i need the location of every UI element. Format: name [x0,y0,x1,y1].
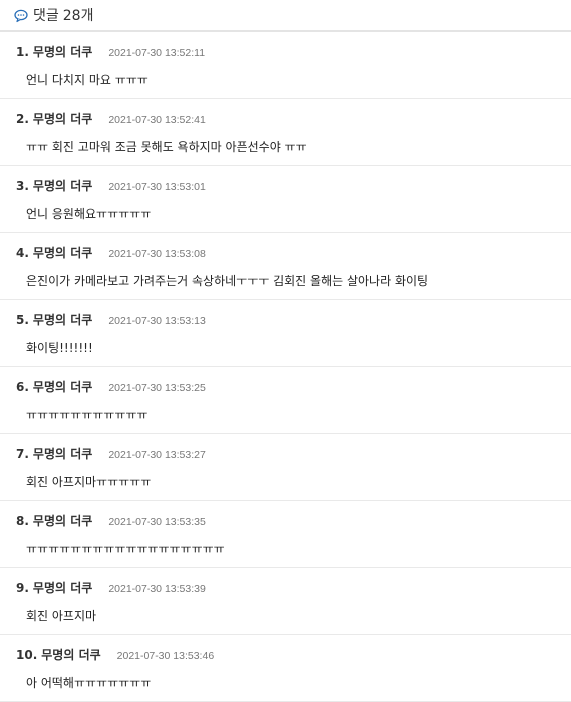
comment-number: 3. [16,179,29,193]
speech-bubble-icon [14,8,28,23]
comment-timestamp: 2021-07-30 13:53:08 [108,248,206,260]
comment-meta: 8. 무명의 더쿠 2021-07-30 13:53:35 [16,512,206,529]
comment-text: 아 어떡해ㅠㅠㅠㅠㅠㅠㅠ [26,676,152,690]
comment-number: 10. [16,648,38,662]
comment-text: 회진 아프지마ㅠㅠㅠㅠㅠ [26,475,152,489]
comment-author[interactable]: 무명의 더쿠 [33,445,92,462]
comment-timestamp: 2021-07-30 13:53:46 [116,650,215,662]
comment-meta: 9. 무명의 더쿠 2021-07-30 13:53:39 [16,579,206,596]
comment-number: 8. [16,514,29,528]
comment-author[interactable]: 무명의 더쿠 [33,177,92,194]
comment-text: 언니 응원해요ㅠㅠㅠㅠㅠ [26,207,152,221]
comments-count: 28개 [62,8,94,24]
comment-text: ㅠㅠㅠㅠㅠㅠㅠㅠㅠㅠㅠ [26,408,148,422]
comment-author[interactable]: 무명의 더쿠 [33,579,92,596]
comment-text: ㅠㅠ 회진 고마워 조금 못해도 욕하지마 아픈선수야 ㅠㅠ [26,140,307,154]
comment-number: 7. [16,447,29,461]
comment-timestamp: 2021-07-30 13:53:25 [108,382,206,394]
comment-author[interactable]: 무명의 더쿠 [33,110,92,127]
comment-number: 1. [16,45,29,59]
comment-meta: 6. 무명의 더쿠 2021-07-30 13:53:25 [16,378,206,395]
comment-timestamp: 2021-07-30 13:53:01 [108,181,206,193]
comment-item: 5. 무명의 더쿠 2021-07-30 13:53:13 화이팅!!!!!!! [0,300,571,367]
comment-meta: 3. 무명의 더쿠 2021-07-30 13:53:01 [16,177,206,194]
comment-item: 4. 무명의 더쿠 2021-07-30 13:53:08 은진이가 카메라보고… [0,233,571,300]
comment-timestamp: 2021-07-30 13:53:35 [108,516,206,528]
comment-text: 은진이가 카메라보고 가려주는거 속상하네ㅜㅜㅜ 김회진 올해는 살아나라 화이… [26,274,429,288]
comment-meta: 7. 무명의 더쿠 2021-07-30 13:53:27 [16,445,206,462]
comment-number: 4. [16,246,29,260]
comment-author[interactable]: 무명의 더쿠 [33,43,92,60]
comment-meta: 2. 무명의 더쿠 2021-07-30 13:52:41 [16,110,206,127]
comment-text: ㅠㅠㅠㅠㅠㅠㅠㅠㅠㅠㅠㅠㅠㅠㅠㅠㅠㅠ [26,542,225,556]
comment-item: 8. 무명의 더쿠 2021-07-30 13:53:35 ㅠㅠㅠㅠㅠㅠㅠㅠㅠㅠ… [0,501,571,568]
comment-item: 6. 무명의 더쿠 2021-07-30 13:53:25 ㅠㅠㅠㅠㅠㅠㅠㅠㅠㅠ… [0,367,571,434]
comment-meta: 10. 무명의 더쿠 2021-07-30 13:53:46 [16,646,214,663]
comment-item: 7. 무명의 더쿠 2021-07-30 13:53:27 회진 아프지마ㅠㅠㅠ… [0,434,571,501]
comment-item: 9. 무명의 더쿠 2021-07-30 13:53:39 회진 아프지마 [0,568,571,635]
comment-item: 3. 무명의 더쿠 2021-07-30 13:53:01 언니 응원해요ㅠㅠㅠ… [0,166,571,233]
comment-item: 1. 무명의 더쿠 2021-07-30 13:52:11 언니 다치지 마요 … [0,32,571,99]
comment-number: 9. [16,581,29,595]
comment-number: 6. [16,380,29,394]
comment-item: 2. 무명의 더쿠 2021-07-30 13:52:41 ㅠㅠ 회진 고마워 … [0,99,571,166]
comment-author[interactable]: 무명의 더쿠 [33,378,92,395]
comment-author[interactable]: 무명의 더쿠 [33,244,92,261]
comment-number: 5. [16,313,29,327]
comment-text: 회진 아프지마 [26,609,97,623]
comments-title: 댓글 [33,8,59,24]
comment-author[interactable]: 무명의 더쿠 [41,646,100,663]
comment-timestamp: 2021-07-30 13:52:41 [108,114,206,126]
comment-meta: 1. 무명의 더쿠 2021-07-30 13:52:11 [16,43,205,60]
comment-timestamp: 2021-07-30 13:53:39 [108,583,206,595]
comment-number: 2. [16,112,29,126]
comment-author[interactable]: 무명의 더쿠 [33,311,92,328]
comment-meta: 5. 무명의 더쿠 2021-07-30 13:53:13 [16,311,206,328]
comment-timestamp: 2021-07-30 13:53:13 [108,315,206,327]
comment-author[interactable]: 무명의 더쿠 [33,512,92,529]
comment-text: 언니 다치지 마요 ㅠㅠㅠ [26,73,148,87]
comment-meta: 4. 무명의 더쿠 2021-07-30 13:53:08 [16,244,206,261]
comment-list: 1. 무명의 더쿠 2021-07-30 13:52:11 언니 다치지 마요 … [0,32,571,702]
comment-timestamp: 2021-07-30 13:52:11 [108,47,206,59]
comments-header: 댓글 28개 [0,0,571,32]
comment-timestamp: 2021-07-30 13:53:27 [108,449,206,461]
comment-item: 10. 무명의 더쿠 2021-07-30 13:53:46 아 어떡해ㅠㅠㅠㅠ… [0,635,571,702]
comment-text: 화이팅!!!!!!! [26,341,93,355]
